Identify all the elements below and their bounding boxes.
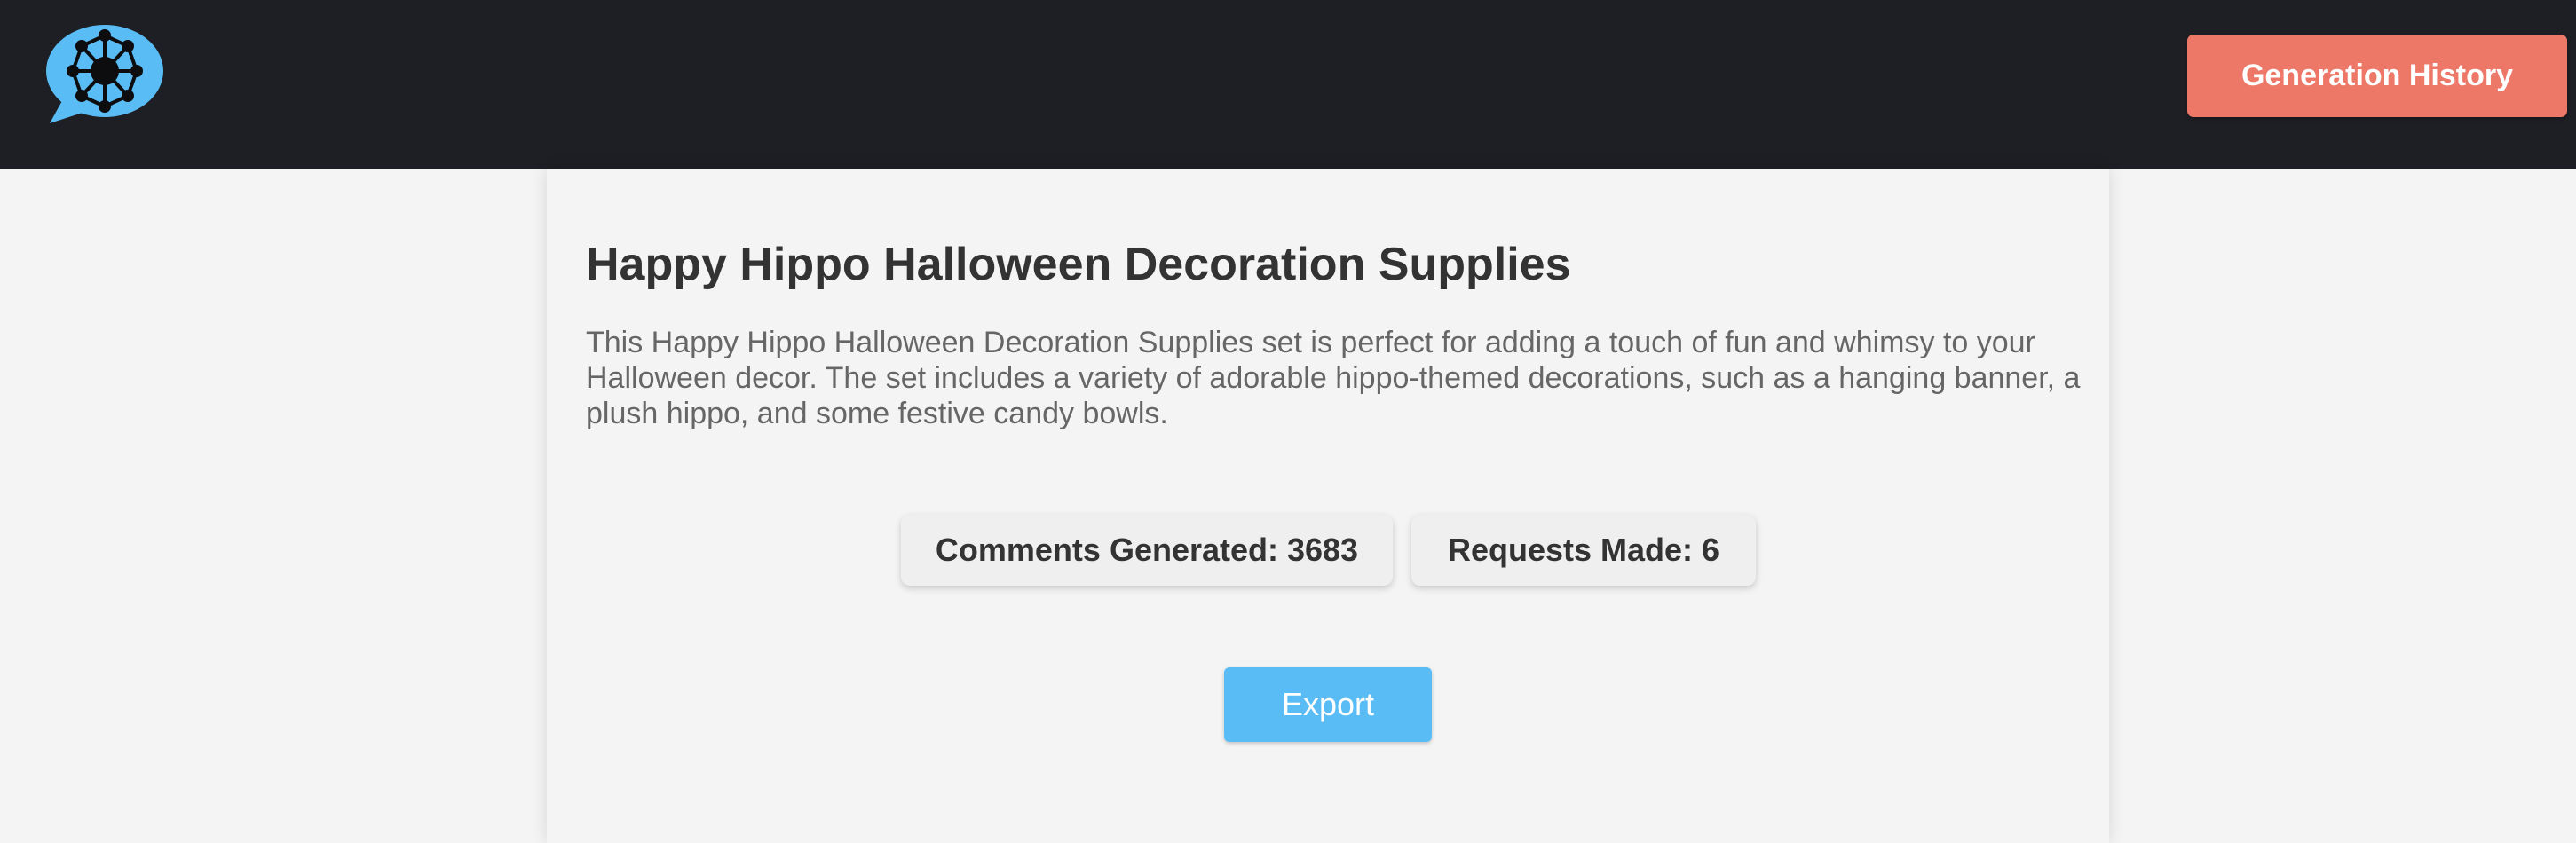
product-description: This Happy Hippo Halloween Decoration Su… (586, 326, 2081, 430)
export-button[interactable]: Export (1224, 667, 1432, 742)
generation-history-button[interactable]: Generation History (2187, 35, 2567, 117)
product-title: Happy Hippo Halloween Decoration Supplie… (586, 239, 1571, 290)
chat-bubble-network-icon (46, 25, 163, 123)
comments-generated-badge: Comments Generated: 3683 (901, 515, 1393, 586)
requests-made-badge: Requests Made: 6 (1411, 515, 1756, 586)
logo[interactable] (44, 23, 165, 126)
top-bar: Generation History (0, 0, 2576, 169)
product-card: Happy Hippo Halloween Decoration Supplie… (547, 169, 2109, 843)
